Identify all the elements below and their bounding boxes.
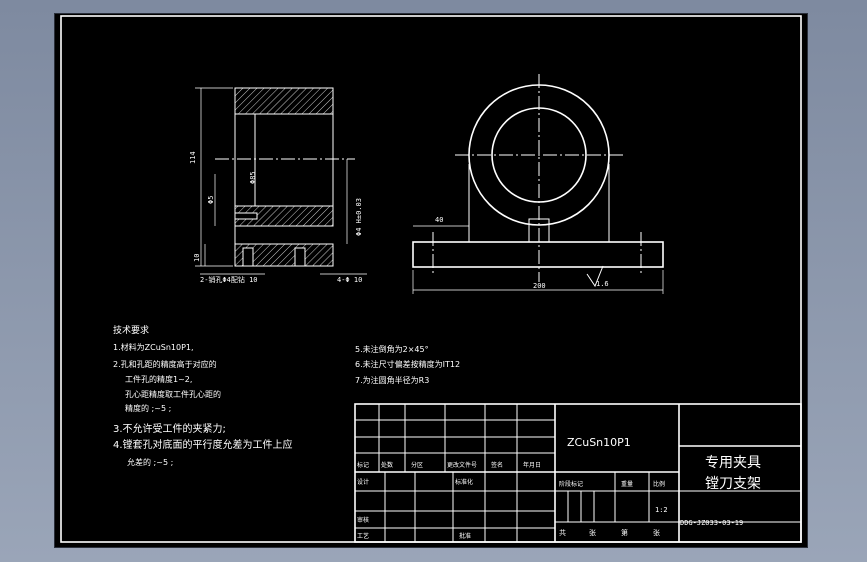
drawing-sheet: 114 Φ5 Φ85 Φ4 H±0.03 10 2-销孔Φ4配钻 10 4-Φ … [55,14,807,547]
roughness-value: 1.6 [596,280,609,288]
req-4: 4.镗套孔对底面的平行度允差为工件上应 [113,438,293,451]
lbl-date: 年月日 [523,461,541,469]
side-view: 40 200 1.6 [412,74,664,294]
lbl-count: 处数 [381,461,393,469]
lbl-page-sheet: 张 [653,528,660,537]
req-2b: 工件孔的精度1~2, [125,374,192,384]
req-5: 5.未注倒角为2×45° [355,344,429,354]
dim-height-10: 10 [193,254,201,262]
req-6: 6.未注尺寸偏差按精度为IT12 [355,359,460,369]
req-2c: 孔心距精度取工件孔心距的 [125,389,221,399]
section-view: 114 Φ5 Φ85 Φ4 H±0.03 10 2-销孔Φ4配钻 10 4-Φ … [189,87,367,284]
req-7: 7.为注圆角半径为R3 [355,375,429,385]
note-holes: 4-Φ 10 [337,276,362,284]
lbl-mark: 标记 [357,461,369,469]
lbl-zone: 分区 [411,461,423,469]
material-label: ZCuSn10P1 [567,436,631,449]
lbl-page: 第 [621,528,628,537]
req-4b: 允差的 ;~5 ; [127,457,173,467]
scale-value: 1:2 [655,506,668,514]
req-2: 2.孔和孔距的精度高于对应的 [113,359,217,369]
dim-outer: Φ4 H±0.03 [355,198,363,236]
dim-40: 40 [435,216,443,224]
part-name-1: 专用夹具 [705,455,761,471]
lbl-total: 共 [559,528,566,537]
tech-title: 技术要求 [113,324,149,336]
req-3: 3.不允许受工件的夹紧力; [113,422,226,435]
lbl-sheet: 张 [589,528,596,537]
lbl-stage-mark: 阶段标记 [559,480,583,488]
lbl-approve: 批准 [459,532,471,540]
lbl-change-doc: 更改文件号 [447,461,477,469]
top-flange-section [234,87,334,115]
lbl-design: 设计 [357,478,369,486]
lbl-standardize: 标准化 [455,478,473,486]
req-1: 1.材料为ZCuSn10P1, [113,342,194,352]
title-block: ZCuSn10P1 专用夹具 镗刀支架 DDG-JZ033-03-19 1:2 … [354,403,802,543]
part-name-2: 镗刀支架 [705,476,761,492]
note-pin-hole: 2-销孔Φ4配钻 10 [200,275,258,284]
tech-requirements: 技术要求 1.材料为ZCuSn10P1, 2.孔和孔距的精度高于对应的 工件孔的… [113,324,460,467]
dim-overall-height: 114 [189,151,197,164]
base-plate [412,241,664,268]
lbl-sign: 签名 [491,461,503,469]
lbl-weight: 重量 [621,480,633,488]
dim-bore: Φ5 [207,196,215,204]
req-2d: 精度的 ;~5 ; [125,403,171,413]
lbl-ratio: 比例 [653,480,665,488]
lbl-process: 工艺 [357,532,369,540]
drawing-canvas: 114 Φ5 Φ85 Φ4 H±0.03 10 2-销孔Φ4配钻 10 4-Φ … [60,15,802,543]
drawing-number: DDG-JZ033-03-19 [680,519,743,527]
lbl-review: 审核 [357,516,369,524]
dim-inner: Φ85 [249,171,257,184]
dim-200: 200 [533,282,546,290]
